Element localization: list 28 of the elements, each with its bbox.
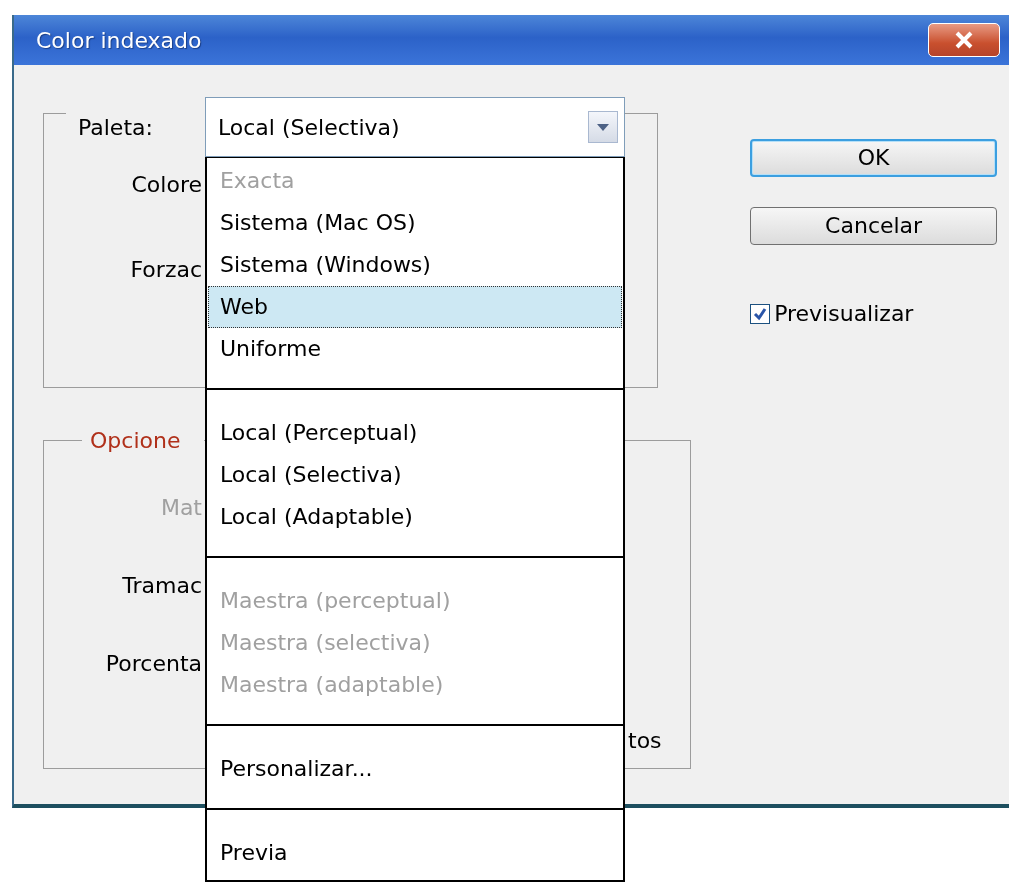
option-label: tos <box>628 727 662 755</box>
dropdown-option[interactable]: Local (Selectiva) <box>207 454 622 496</box>
dropdown-option[interactable]: Local (Adaptable) <box>207 496 622 538</box>
dialog-button[interactable]: OK <box>750 139 998 177</box>
field-label: Tramac <box>121 572 202 600</box>
dialog-button[interactable]: Cancelar <box>750 207 998 245</box>
dropdown-option[interactable]: Web <box>207 286 622 328</box>
field-label: Forzac <box>129 256 202 284</box>
dropdown-option[interactable]: Sistema (Mac OS) <box>207 202 622 244</box>
dropdown-option: Maestra (perceptual) <box>207 580 622 622</box>
close-button[interactable] <box>928 23 1000 57</box>
dropdown-option[interactable]: Local (Perceptual) <box>207 412 622 454</box>
checkmark-icon <box>753 306 768 321</box>
field-label: Colore <box>130 171 202 199</box>
field-label: Mat <box>159 494 202 522</box>
field-label: Porcenta <box>104 650 202 678</box>
preview-checkbox[interactable] <box>750 303 771 324</box>
palette-label: Paleta: <box>78 113 153 142</box>
dropdown-option: Maestra (selectiva) <box>207 622 622 664</box>
window-title: Color indexado <box>36 26 202 55</box>
dropdown-option[interactable]: Sistema (Windows) <box>207 244 622 286</box>
dropdown-option[interactable]: Personalizar... <box>207 748 622 790</box>
dropdown-option: Maestra (adaptable) <box>207 664 622 706</box>
preview-label: Previsualizar <box>774 300 914 328</box>
dropdown-option: Exacta <box>207 160 622 202</box>
dropdown-option[interactable]: Uniforme <box>207 328 622 370</box>
dropdown-option[interactable]: Previa <box>207 832 622 874</box>
close-icon <box>954 31 974 49</box>
